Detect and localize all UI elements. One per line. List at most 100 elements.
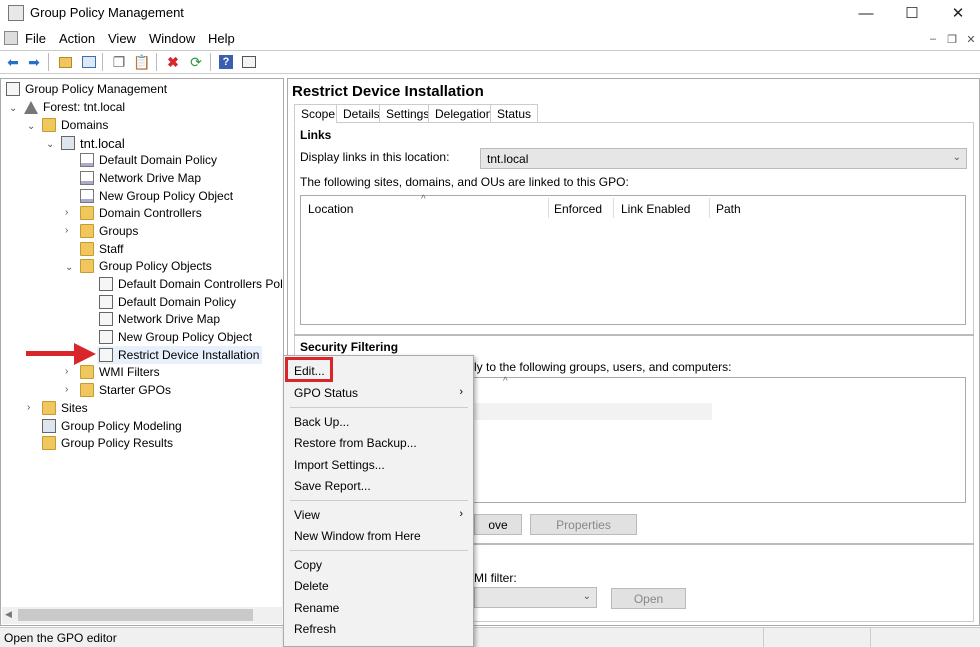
tree-groups[interactable]: Groups <box>80 222 138 240</box>
links-list[interactable]: Location ^ Enforced Link Enabled Path <box>300 194 966 325</box>
tree-gpo-network-drive-map[interactable]: Network Drive Map <box>99 310 220 328</box>
show-hide-tree-icon[interactable] <box>80 53 98 71</box>
chevron-right-icon[interactable]: › <box>65 207 68 218</box>
chevron-down-icon[interactable]: ⌄ <box>46 139 54 150</box>
tree-wmi-filters[interactable]: WMI Filters <box>80 363 160 381</box>
tree-link-new-gpo[interactable]: New Group Policy Object <box>80 187 233 205</box>
menu-help[interactable]: Help <box>208 31 235 46</box>
wmi-filter-select[interactable]: ⌄ <box>474 587 597 608</box>
tree-link-network-drive-map[interactable]: Network Drive Map <box>80 169 201 187</box>
links-heading: Links <box>300 128 332 142</box>
security-filtering-heading: Security Filtering <box>300 340 399 354</box>
gpo-icon <box>99 295 113 309</box>
scroll-left-icon[interactable]: ◀ <box>5 609 12 620</box>
menu-item-refresh[interactable]: Refresh <box>294 622 336 636</box>
chevron-down-icon[interactable]: ⌄ <box>9 103 17 114</box>
maximize-button[interactable]: ☐ <box>889 0 935 26</box>
properties-icon[interactable] <box>240 53 258 71</box>
column-enforced[interactable]: Enforced <box>554 202 602 216</box>
tree-gpo-default-domain-policy[interactable]: Default Domain Policy <box>99 293 236 311</box>
tree-root[interactable]: Group Policy Management <box>6 80 167 98</box>
tree-gpo-new-gpo[interactable]: New Group Policy Object <box>99 328 252 346</box>
menu-view[interactable]: View <box>108 31 136 46</box>
tree-modeling[interactable]: Group Policy Modeling <box>42 417 182 435</box>
tree-forest[interactable]: Forest: tnt.local <box>24 98 125 116</box>
menu-item-copy[interactable]: Copy <box>294 558 322 572</box>
tree-gpo-container[interactable]: Group Policy Objects <box>80 257 212 275</box>
tab-delegation[interactable]: Delegation <box>428 104 500 123</box>
menu-file[interactable]: File <box>25 31 46 46</box>
gpo-icon <box>99 330 113 344</box>
tab-scope[interactable]: Scope <box>294 104 343 124</box>
menu-bar <box>0 27 980 49</box>
tree-domain-controllers[interactable]: Domain Controllers <box>80 204 202 222</box>
mdi-close-button[interactable]: ✕ <box>962 30 980 48</box>
security-filtering-text: ly to the following groups, users, and c… <box>474 360 732 374</box>
copy-icon[interactable]: ❐ <box>110 53 128 71</box>
help-icon[interactable]: ? <box>217 53 235 71</box>
menu-item-back-up[interactable]: Back Up... <box>294 415 349 429</box>
tree-starter-gpos[interactable]: Starter GPOs <box>80 381 171 399</box>
column-path[interactable]: Path <box>716 202 741 216</box>
chevron-right-icon[interactable]: › <box>65 384 68 395</box>
remove-button[interactable]: ove <box>474 514 522 535</box>
menu-item-delete[interactable]: Delete <box>294 579 329 593</box>
chevron-right-icon: › <box>459 386 463 398</box>
menu-separator <box>290 500 468 501</box>
mdi-minimize-button[interactable]: – <box>924 30 942 48</box>
up-folder-icon[interactable] <box>56 53 74 71</box>
tree-sites[interactable]: Sites <box>42 399 88 417</box>
open-button[interactable]: Open <box>611 588 686 609</box>
minimize-button[interactable]: — <box>843 0 889 26</box>
tree-staff[interactable]: Staff <box>80 240 123 258</box>
menu-separator <box>290 550 468 551</box>
list-item[interactable] <box>474 403 712 420</box>
scrollbar-thumb[interactable] <box>18 609 253 621</box>
wmi-filter-label: MI filter: <box>474 571 517 585</box>
ou-folder-icon <box>80 224 94 238</box>
chevron-down-icon[interactable]: ⌄ <box>27 121 35 132</box>
column-location[interactable]: Location <box>308 202 353 216</box>
tree-domains[interactable]: Domains <box>42 116 108 134</box>
menu-item-rename[interactable]: Rename <box>294 601 339 615</box>
back-icon[interactable]: ⬅ <box>4 53 22 71</box>
menu-item-view[interactable]: View <box>294 508 320 522</box>
toolbar-separator <box>102 53 103 71</box>
tree-domain[interactable]: tnt.local <box>61 134 125 152</box>
column-divider <box>709 198 710 218</box>
menu-item-import[interactable]: Import Settings... <box>294 458 385 472</box>
paste-icon[interactable]: 📋 <box>133 53 151 71</box>
tree-results[interactable]: Group Policy Results <box>42 434 173 452</box>
menu-action[interactable]: Action <box>59 31 95 46</box>
column-link-enabled[interactable]: Link Enabled <box>621 202 690 216</box>
window-title: Group Policy Management <box>30 5 184 20</box>
chevron-right-icon[interactable]: › <box>65 225 68 236</box>
tree-gpo-restrict-device-installation[interactable]: Restrict Device Installation <box>97 346 263 364</box>
tab-status[interactable]: Status <box>490 104 539 123</box>
menu-item-restore[interactable]: Restore from Backup... <box>294 436 417 450</box>
properties-button[interactable]: Properties <box>530 514 637 535</box>
chevron-down-icon[interactable]: ⌄ <box>65 262 73 273</box>
tree-gpo-default-dc-policy[interactable]: Default Domain Controllers Policy <box>99 275 282 293</box>
close-button[interactable]: ✕ <box>935 0 980 26</box>
menu-window[interactable]: Window <box>149 31 195 46</box>
tree-link-default-domain-policy[interactable]: Default Domain Policy <box>80 151 217 169</box>
folder-icon <box>42 118 56 132</box>
security-filtering-list[interactable]: ^ <box>420 376 966 503</box>
menu-item-new-window[interactable]: New Window from Here <box>294 529 421 543</box>
mdi-restore-button[interactable]: ❐ <box>943 30 961 48</box>
annotation-arrow <box>26 351 76 356</box>
chevron-right-icon[interactable]: › <box>65 366 68 377</box>
refresh-icon[interactable]: ⟳ <box>187 53 205 71</box>
ou-folder-icon <box>80 206 94 220</box>
delete-icon[interactable]: ✖ <box>164 53 182 71</box>
gpo-icon <box>99 312 113 326</box>
forward-icon[interactable]: ➡ <box>25 53 43 71</box>
menu-item-save-report[interactable]: Save Report... <box>294 479 371 493</box>
menu-item-gpo-status[interactable]: GPO Status <box>294 386 464 400</box>
modeling-icon <box>42 419 56 433</box>
console-icon[interactable] <box>4 31 18 45</box>
column-divider <box>548 198 549 218</box>
display-links-select[interactable]: tnt.local ⌄ <box>480 148 967 169</box>
chevron-right-icon[interactable]: › <box>27 402 30 413</box>
